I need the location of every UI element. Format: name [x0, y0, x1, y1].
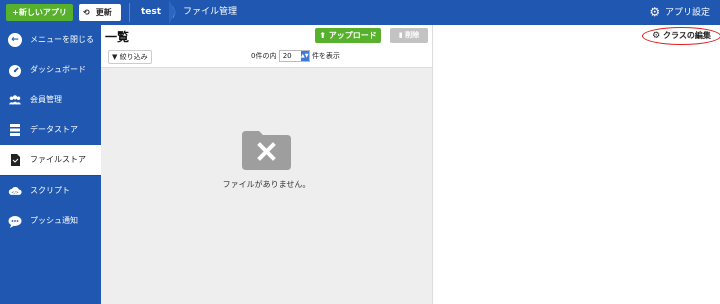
select-arrows-icon: ▲▼ [300, 51, 309, 61]
breadcrumb-chevron-icon [169, 0, 176, 24]
app-settings-button[interactable]: ⚙ アプリ設定 [649, 0, 710, 26]
sidebar-item-label: プッシュ通知 [30, 216, 78, 225]
new-app-button[interactable]: +新しいアプリ [6, 4, 73, 21]
top-bar: +新しいアプリ ⟲ 更新 test ▲ ▼ ファイル管理 ⚙ アプリ設定 [0, 0, 720, 25]
file-list-panel: 一覧 ⬆ アップロード ▮ 削除 ▼ 絞り込み 0件の内 20 ▲▼ 件を表示 … [101, 25, 432, 304]
page-title: 一覧 [105, 30, 130, 44]
pager-suffix: 件を表示 [311, 52, 340, 60]
sidebar-item-label: ダッシュボード [30, 65, 86, 74]
refresh-icon: ⟲ [83, 8, 90, 17]
sidebar-item-filestore[interactable]: ファイルストア [0, 145, 101, 175]
app-settings-label: アプリ設定 [664, 8, 710, 18]
sidebar-item-label: メニューを閉じる [30, 35, 94, 44]
database-icon [8, 123, 22, 137]
topbar-divider [129, 3, 130, 22]
edit-class-label: クラスの編集 [663, 31, 711, 40]
page-size-select[interactable]: 20 ▲▼ [278, 50, 310, 62]
svg-text:</>: </> [11, 190, 19, 195]
gear-icon: ⚙ [652, 31, 661, 41]
chat-bubble-icon [8, 214, 22, 228]
sidebar-item-label: スクリプト [30, 186, 70, 195]
cloud-script-icon: </> [8, 184, 22, 198]
sidebar-item-script[interactable]: </> スクリプト [0, 176, 101, 206]
upload-button[interactable]: ⬆ アップロード [315, 28, 381, 43]
breadcrumb: ファイル管理 [183, 7, 238, 17]
sidebar-item-label: データストア [30, 125, 78, 134]
trash-icon: ▮ [398, 31, 403, 39]
sidebar: ← メニューを閉じる ダッシュボード 会員管理 データストア ファイルストア <… [0, 25, 101, 304]
sidebar-item-dashboard[interactable]: ダッシュボード [0, 55, 101, 85]
file-icon [8, 153, 22, 167]
refresh-button[interactable]: ⟲ 更新 [79, 4, 121, 21]
sidebar-item-close-menu[interactable]: ← メニューを閉じる [0, 25, 101, 55]
dashboard-icon [8, 63, 22, 77]
filter-button[interactable]: ▼ 絞り込み [108, 50, 152, 64]
delete-label: 削除 [405, 31, 420, 39]
filter-icon: ▼ [112, 53, 118, 61]
sidebar-item-push[interactable]: プッシュ通知 [0, 206, 101, 236]
pagination-control: 0件の内 20 ▲▼ 件を表示 [251, 50, 340, 62]
users-icon [8, 93, 22, 107]
sidebar-item-members[interactable]: 会員管理 [0, 85, 101, 115]
app-name: test [141, 7, 162, 17]
sidebar-item-label: ファイルストア [30, 155, 86, 164]
gears-icon: ⚙ [649, 5, 661, 19]
empty-folder-icon [242, 131, 291, 170]
empty-message: ファイルがありません。 [222, 180, 311, 189]
pager-prefix: 0件の内 [251, 52, 277, 60]
arrow-up-icon: ⬆ [319, 31, 326, 40]
arrow-left-circle-icon: ← [8, 33, 22, 47]
sidebar-item-label: 会員管理 [30, 95, 62, 104]
upload-label: アップロード [328, 31, 377, 40]
sidebar-item-datastore[interactable]: データストア [0, 115, 101, 145]
class-detail-panel: ⚙ クラスの編集 [432, 25, 720, 304]
delete-button[interactable]: ▮ 削除 [390, 28, 428, 43]
page-size-value: 20 [282, 52, 292, 60]
refresh-label: 更新 [95, 8, 112, 17]
edit-class-button[interactable]: ⚙ クラスの編集 [642, 27, 720, 45]
file-list-header: 一覧 ⬆ アップロード ▮ 削除 ▼ 絞り込み 0件の内 20 ▲▼ 件を表示 [101, 25, 432, 68]
filter-label: 絞り込み [119, 53, 148, 61]
